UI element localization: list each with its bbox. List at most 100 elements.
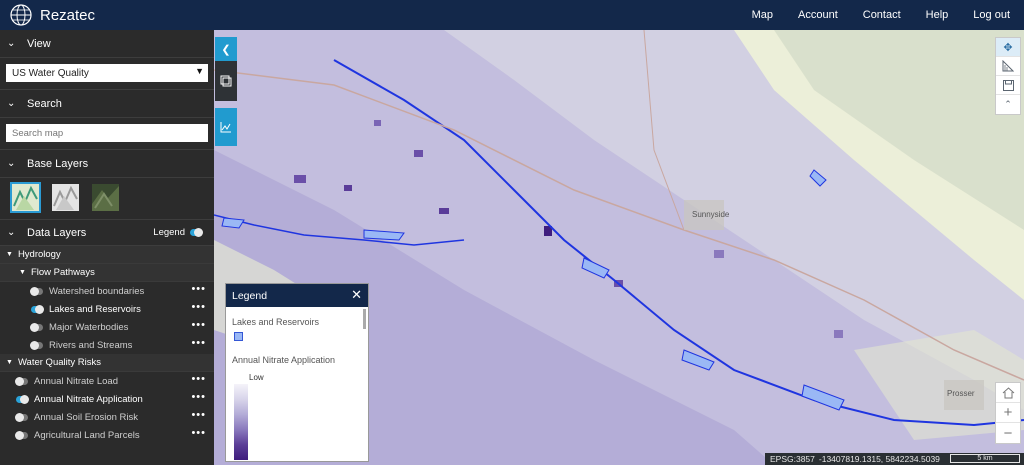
nav-account[interactable]: Account	[798, 9, 838, 21]
chart-icon	[220, 122, 231, 133]
caret-down-icon: ▼	[6, 359, 13, 366]
move-arrows-icon: ✥	[1003, 41, 1013, 54]
legend-toggle-switch[interactable]	[190, 228, 203, 237]
group-label: Water Quality Risks	[17, 357, 101, 368]
place-label-sunnyside: Sunnyside	[692, 210, 730, 219]
layers-icon	[220, 75, 232, 87]
brand-name: Rezatec	[40, 6, 96, 24]
search-section-title: Search	[27, 97, 62, 110]
layer-toggle[interactable]	[15, 430, 28, 440]
save-button[interactable]	[996, 76, 1020, 95]
save-icon	[1002, 79, 1014, 91]
layer-toggle[interactable]	[30, 322, 43, 332]
brand[interactable]: Rezatec	[8, 3, 95, 27]
search-input[interactable]	[6, 124, 208, 142]
globe-logo-icon	[10, 4, 32, 26]
map-side-tabs: ❮	[215, 37, 237, 146]
chevron-down-icon: ⌄	[7, 38, 16, 49]
close-icon[interactable]: ✕	[351, 287, 362, 303]
home-button[interactable]	[996, 383, 1020, 403]
legend-item-label: Annual Nitrate Application	[232, 355, 336, 365]
view-section-body: US Water Quality ▼	[0, 58, 214, 90]
view-select[interactable]: US Water Quality ▼	[6, 64, 208, 82]
layer-label: Rivers and Streams	[49, 339, 133, 351]
grey-basemap-thumbnail[interactable]	[52, 184, 79, 211]
zoom-in-button[interactable]: +	[996, 403, 1020, 423]
map-toolbar: ✥ ⌃	[995, 37, 1021, 115]
layer-major-waterbodies[interactable]: Major Waterbodies •••	[0, 318, 214, 336]
more-options-icon[interactable]: •••	[191, 319, 206, 331]
pan-tool-button[interactable]: ✥	[996, 38, 1020, 57]
layer-toggle[interactable]	[30, 286, 43, 296]
search-section-body	[0, 118, 214, 150]
layer-toggle[interactable]	[30, 340, 43, 350]
search-section-header[interactable]: ⌄ Search	[0, 90, 214, 118]
collapse-sidebar-button[interactable]: ❮	[215, 37, 237, 61]
terrain-basemap-thumbnail[interactable]	[10, 182, 41, 213]
more-options-icon[interactable]: •••	[191, 391, 206, 403]
layer-label: Major Waterbodies	[49, 321, 129, 333]
layer-toggle[interactable]	[15, 412, 28, 422]
scale-bar: 5 km	[950, 454, 1020, 463]
nav-contact[interactable]: Contact	[863, 9, 901, 21]
zoom-out-button[interactable]: −	[996, 423, 1020, 443]
layer-label: Annual Nitrate Load	[34, 375, 118, 387]
chevron-up-icon: ⌃	[1004, 99, 1012, 109]
group-flow-pathways[interactable]: ▼ Flow Pathways	[0, 264, 214, 282]
layer-annual-soil-erosion-risk[interactable]: Annual Soil Erosion Risk •••	[0, 408, 214, 426]
chart-tab[interactable]	[215, 108, 237, 146]
layer-toggle[interactable]	[31, 304, 44, 314]
data-layers-title: Data Layers	[27, 226, 87, 239]
layer-stack-tab[interactable]	[215, 61, 237, 101]
ramp-low-label: Low	[249, 373, 264, 382]
place-label-prosser: Prosser	[947, 389, 975, 398]
layer-rivers-streams[interactable]: Rivers and Streams •••	[0, 336, 214, 354]
base-layers-header[interactable]: ⌄ Base Layers	[0, 150, 214, 178]
layer-watershed-boundaries[interactable]: Watershed boundaries •••	[0, 282, 214, 300]
more-options-icon[interactable]: •••	[191, 373, 206, 385]
chevron-down-icon: ⌄	[7, 158, 16, 169]
view-section-header[interactable]: ⌄ View	[0, 30, 214, 58]
measure-tool-button[interactable]	[996, 57, 1020, 76]
legend-header: Legend ✕	[226, 284, 368, 307]
layer-label: Agricultural Land Parcels	[34, 429, 140, 441]
legend-toggle[interactable]: Legend	[153, 227, 208, 238]
chevron-left-icon: ❮	[221, 43, 231, 56]
satellite-basemap-thumbnail[interactable]	[92, 184, 119, 211]
main-nav: Map Account Contact Help Log out	[752, 0, 1024, 30]
group-hydrology[interactable]: ▼ Hydrology	[0, 246, 214, 264]
layer-annual-nitrate-application[interactable]: Annual Nitrate Application •••	[0, 390, 214, 408]
coordinate-status-bar: EPSG:3857 -13407819.1315, 5842234.5039 5…	[765, 453, 1024, 465]
legend-panel: Legend ✕ Lakes and Reservoirs Annual Nit…	[225, 283, 369, 462]
more-options-icon[interactable]: •••	[191, 409, 206, 421]
nav-map[interactable]: Map	[752, 9, 773, 21]
legend-item-label: Lakes and Reservoirs	[232, 317, 320, 327]
group-water-quality-risks[interactable]: ▼ Water Quality Risks	[0, 354, 214, 372]
layer-lakes-reservoirs[interactable]: Lakes and Reservoirs •••	[0, 300, 214, 318]
collapse-toolbar-button[interactable]: ⌃	[996, 95, 1020, 114]
sidebar: ⌄ View US Water Quality ▼ ⌄ Search ⌄ Bas…	[0, 30, 214, 465]
chevron-down-icon: ⌄	[7, 227, 16, 238]
caret-down-icon: ▼	[6, 251, 13, 258]
layer-agricultural-land-parcels[interactable]: Agricultural Land Parcels •••	[0, 426, 214, 444]
more-options-icon[interactable]: •••	[191, 283, 206, 295]
legend-body: Lakes and Reservoirs Annual Nitrate Appl…	[226, 307, 368, 461]
zoom-controls: + −	[995, 382, 1021, 444]
base-layers-title: Base Layers	[27, 157, 89, 170]
more-options-icon[interactable]: •••	[191, 337, 206, 349]
data-layers-header[interactable]: ⌄ Data Layers Legend	[0, 220, 214, 246]
more-options-icon[interactable]: •••	[191, 301, 206, 313]
layer-toggle[interactable]	[15, 376, 28, 386]
more-options-icon[interactable]: •••	[191, 427, 206, 439]
caret-down-icon: ▼	[19, 269, 26, 276]
legend-scrollbar[interactable]	[363, 309, 366, 329]
group-label: Flow Pathways	[30, 267, 95, 278]
projection-code: EPSG:3857	[770, 454, 815, 464]
layer-label: Lakes and Reservoirs	[49, 303, 141, 315]
nav-logout[interactable]: Log out	[973, 9, 1010, 21]
layer-annual-nitrate-load[interactable]: Annual Nitrate Load •••	[0, 372, 214, 390]
view-select-value: US Water Quality	[12, 67, 89, 79]
layer-toggle[interactable]	[16, 394, 29, 404]
nav-help[interactable]: Help	[926, 9, 949, 21]
legend-title: Legend	[232, 289, 268, 302]
